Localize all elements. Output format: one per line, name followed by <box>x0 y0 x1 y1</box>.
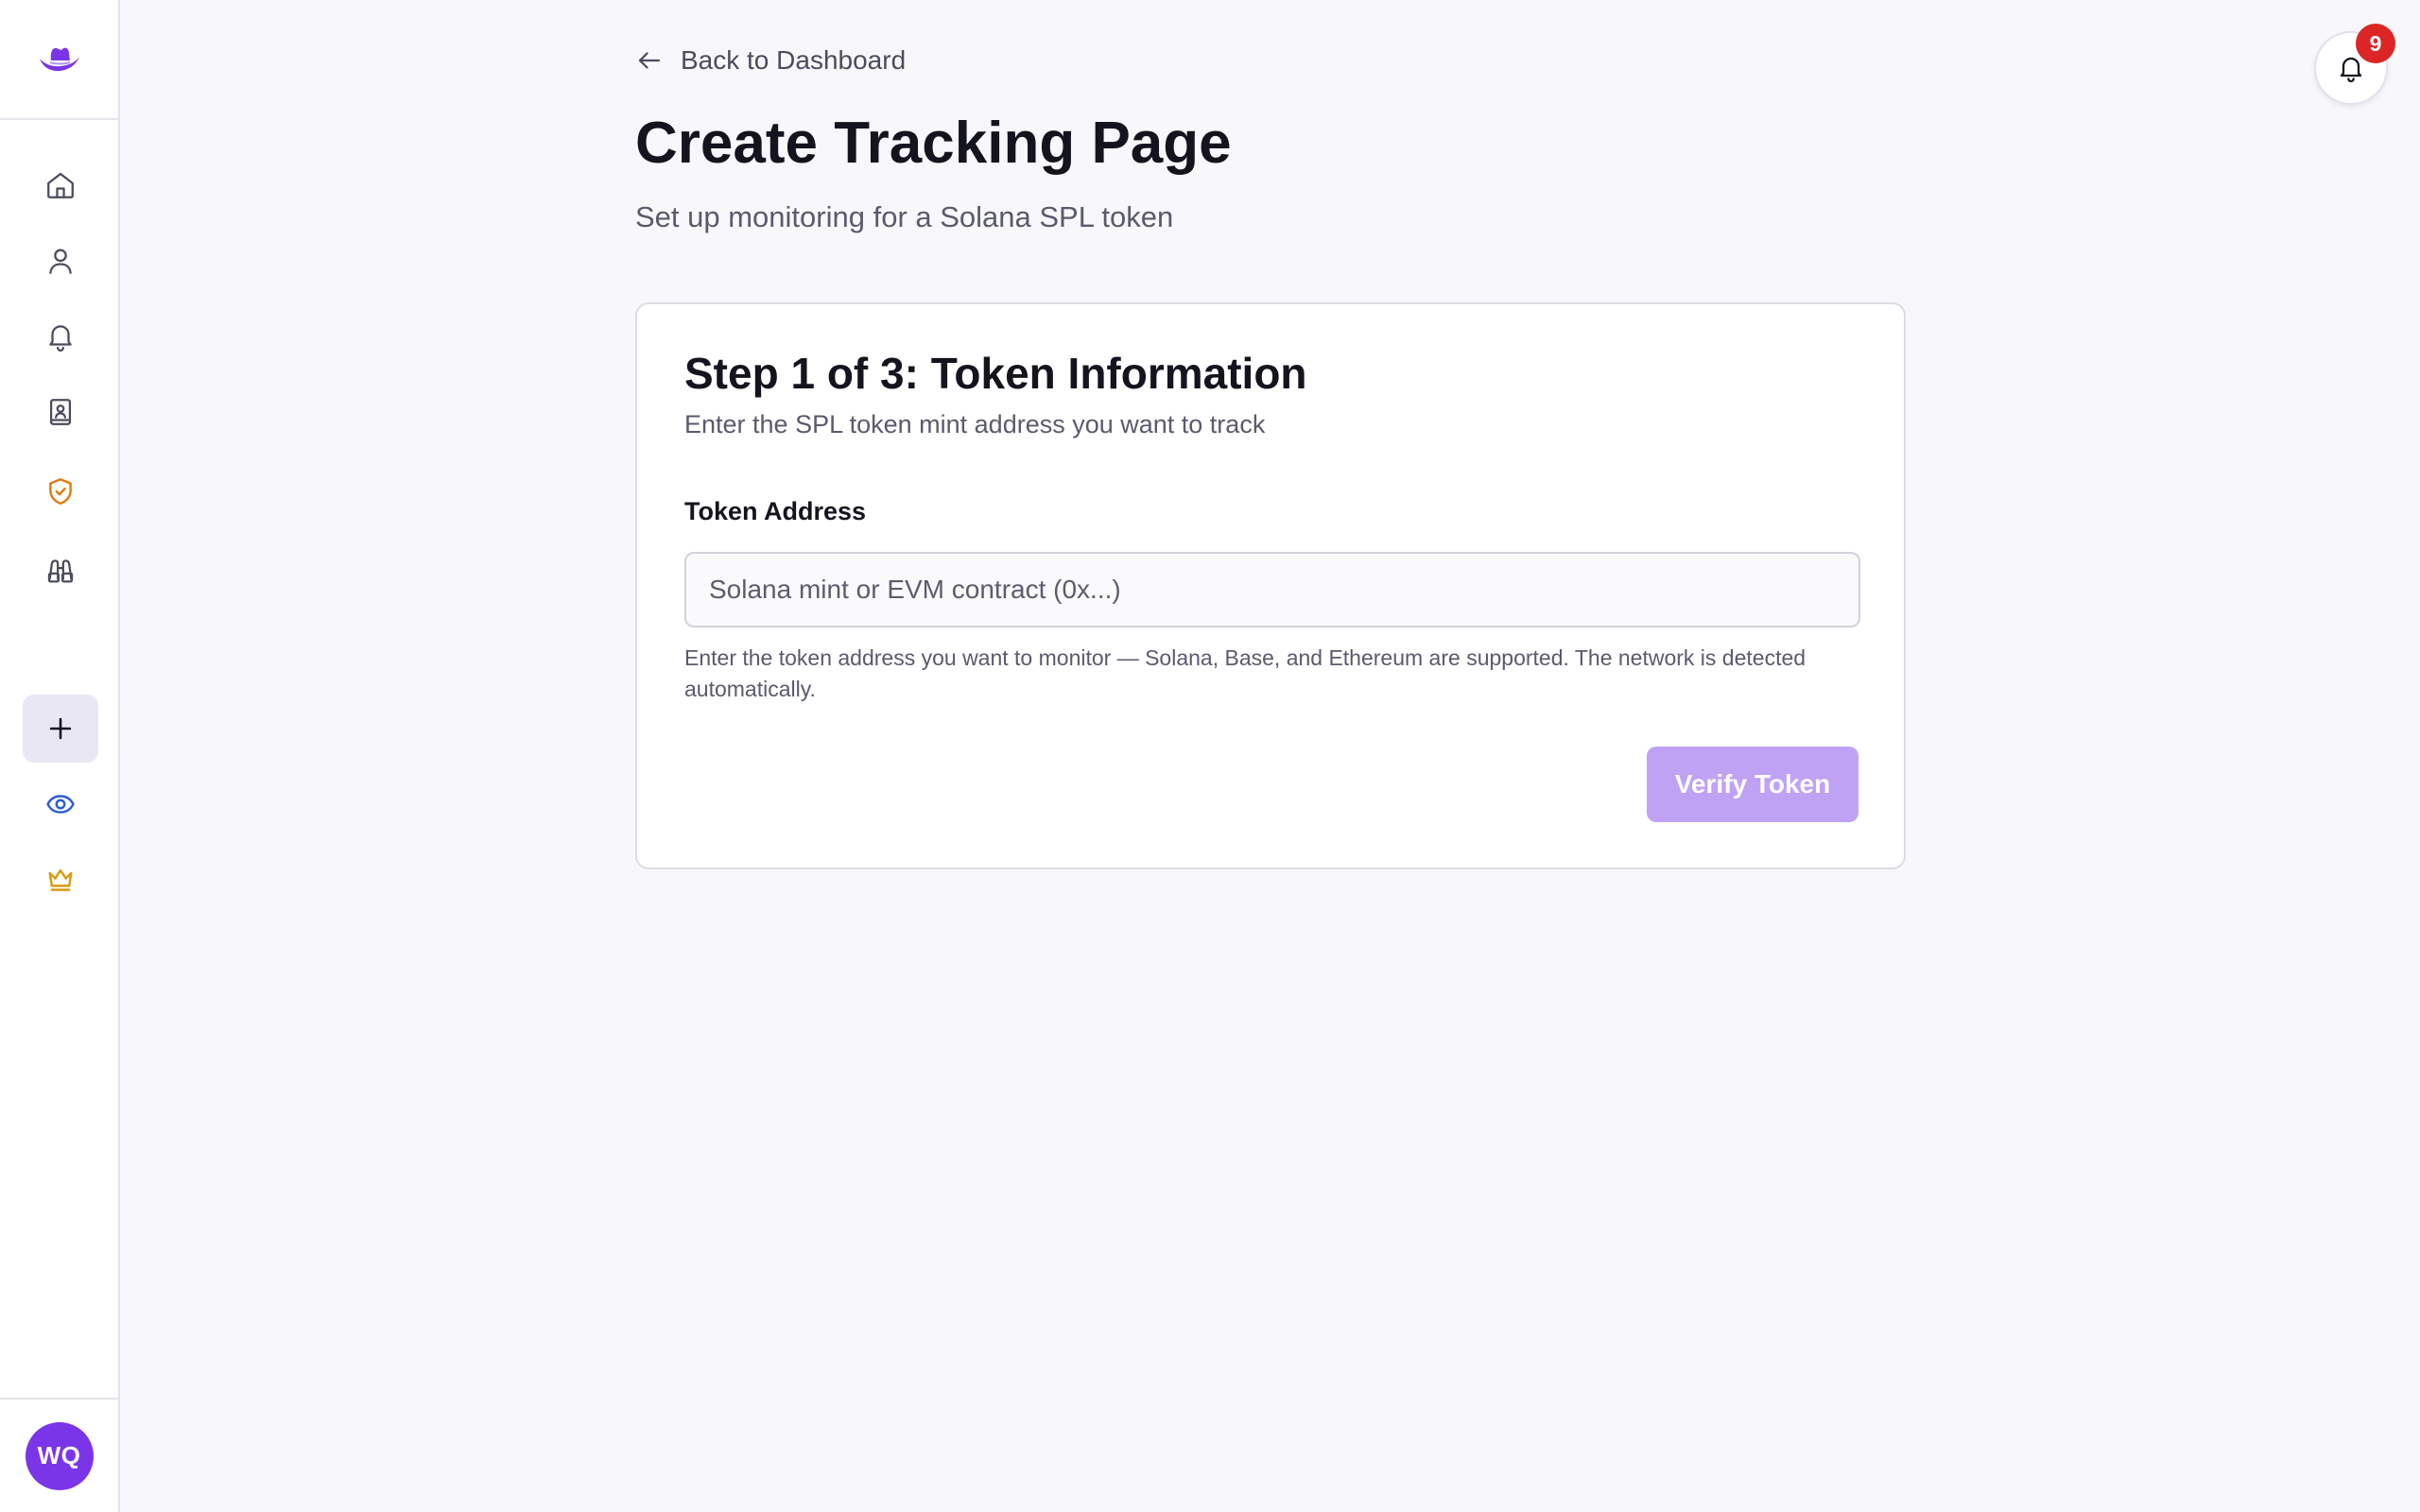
token-address-help-text: Enter the token address you want to moni… <box>684 645 1806 701</box>
page-title: Create Tracking Page <box>635 111 1232 176</box>
binoculars-icon <box>47 559 74 583</box>
back-link-label: Back to Dashboard <box>681 45 907 75</box>
token-address-input[interactable] <box>684 552 1860 627</box>
token-address-label: Token Address <box>684 497 867 525</box>
sidebar-item-home[interactable] <box>23 151 98 219</box>
page-subtitle: Set up monitoring for a Solana SPL token <box>635 200 1174 233</box>
bell-icon <box>49 325 72 352</box>
avatar[interactable]: WQ <box>25 1421 94 1490</box>
step-subtitle: Enter the SPL token mint address you wan… <box>684 410 1266 438</box>
sidebar: WQ <box>0 0 120 1512</box>
sidebar-item-contacts[interactable] <box>23 378 98 446</box>
token-info-card: Step 1 of 3: Token Information Enter the… <box>635 302 1906 869</box>
crown-icon <box>48 868 73 891</box>
sidebar-item-watchlist[interactable] <box>23 770 98 838</box>
arrow-left-icon <box>638 52 661 69</box>
back-to-dashboard-link[interactable]: Back to Dashboard <box>635 45 906 76</box>
sidebar-item-watch[interactable] <box>23 537 98 605</box>
eye-icon <box>46 795 75 814</box>
sidebar-item-premium[interactable] <box>23 846 98 914</box>
home-icon <box>47 172 74 198</box>
sidebar-item-alerts[interactable] <box>23 302 98 370</box>
sidebar-item-create[interactable] <box>23 695 98 763</box>
sidebar-footer: WQ <box>0 1398 118 1512</box>
contact-book-icon <box>49 399 72 425</box>
user-icon <box>49 249 72 274</box>
step-title: Step 1 of 3: Token Information <box>684 349 1307 398</box>
sidebar-item-security[interactable] <box>23 457 98 525</box>
hat-icon <box>39 47 79 71</box>
plus-icon <box>49 717 72 740</box>
sidebar-item-profile[interactable] <box>23 227 98 295</box>
logo[interactable] <box>0 0 118 120</box>
shield-check-icon <box>49 478 72 505</box>
verify-token-button[interactable]: Verify Token <box>1647 747 1858 822</box>
notification-count-badge: 9 <box>2356 24 2395 63</box>
